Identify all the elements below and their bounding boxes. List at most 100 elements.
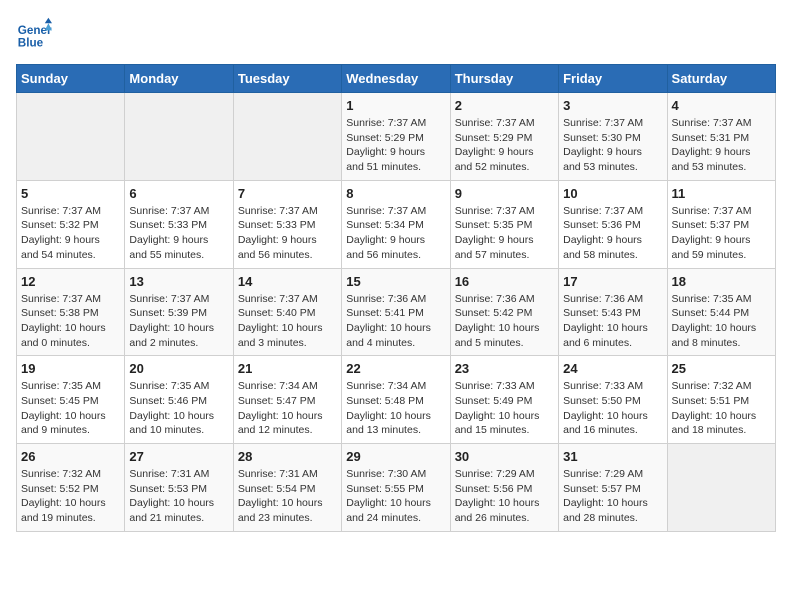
day-number: 19 <box>21 361 120 376</box>
day-info: Sunrise: 7:37 AM Sunset: 5:37 PM Dayligh… <box>672 204 771 263</box>
day-cell: 19 Sunrise: 7:35 AM Sunset: 5:45 PM Dayli… <box>17 356 125 444</box>
day-cell: 11 Sunrise: 7:37 AM Sunset: 5:37 PM Dayli… <box>667 180 775 268</box>
day-info: Sunrise: 7:33 AM Sunset: 5:50 PM Dayligh… <box>563 379 662 438</box>
day-cell: 27 Sunrise: 7:31 AM Sunset: 5:53 PM Dayli… <box>125 444 233 532</box>
day-info: Sunrise: 7:37 AM Sunset: 5:35 PM Dayligh… <box>455 204 554 263</box>
day-cell: 1Sunrise: 7:37 AM Sunset: 5:29 PM Daylig… <box>342 93 450 181</box>
day-cell: 5 Sunrise: 7:37 AM Sunset: 5:32 PM Daylig… <box>17 180 125 268</box>
day-number: 27 <box>129 449 228 464</box>
svg-text:General: General <box>18 24 52 37</box>
day-number: 6 <box>129 186 228 201</box>
day-number: 20 <box>129 361 228 376</box>
day-info: Sunrise: 7:37 AM Sunset: 5:30 PM Dayligh… <box>563 116 662 175</box>
day-info: Sunrise: 7:34 AM Sunset: 5:47 PM Dayligh… <box>238 379 337 438</box>
day-info: Sunrise: 7:29 AM Sunset: 5:57 PM Dayligh… <box>563 467 662 526</box>
day-info: Sunrise: 7:33 AM Sunset: 5:49 PM Dayligh… <box>455 379 554 438</box>
day-number: 17 <box>563 274 662 289</box>
day-cell <box>125 93 233 181</box>
logo: General Blue <box>16 16 52 52</box>
day-info: Sunrise: 7:30 AM Sunset: 5:55 PM Dayligh… <box>346 467 445 526</box>
day-cell: 21 Sunrise: 7:34 AM Sunset: 5:47 PM Dayli… <box>233 356 341 444</box>
logo-icon: General Blue <box>16 16 52 52</box>
day-info: Sunrise: 7:37 AM Sunset: 5:31 PM Dayligh… <box>672 116 771 175</box>
day-number: 4 <box>672 98 771 113</box>
day-info: Sunrise: 7:37 AM Sunset: 5:33 PM Dayligh… <box>238 204 337 263</box>
day-header-tuesday: Tuesday <box>233 65 341 93</box>
day-cell: 24 Sunrise: 7:33 AM Sunset: 5:50 PM Dayli… <box>559 356 667 444</box>
day-cell <box>233 93 341 181</box>
day-info: Sunrise: 7:31 AM Sunset: 5:53 PM Dayligh… <box>129 467 228 526</box>
day-info: Sunrise: 7:37 AM Sunset: 5:39 PM Dayligh… <box>129 292 228 351</box>
day-header-thursday: Thursday <box>450 65 558 93</box>
day-number: 2 <box>455 98 554 113</box>
day-number: 29 <box>346 449 445 464</box>
day-info: Sunrise: 7:37 AM Sunset: 5:36 PM Dayligh… <box>563 204 662 263</box>
day-cell: 23 Sunrise: 7:33 AM Sunset: 5:49 PM Dayli… <box>450 356 558 444</box>
week-row-2: 5 Sunrise: 7:37 AM Sunset: 5:32 PM Daylig… <box>17 180 776 268</box>
day-number: 25 <box>672 361 771 376</box>
week-row-5: 26 Sunrise: 7:32 AM Sunset: 5:52 PM Dayli… <box>17 444 776 532</box>
day-cell: 28Sunrise: 7:31 AM Sunset: 5:54 PM Dayli… <box>233 444 341 532</box>
day-cell: 20 Sunrise: 7:35 AM Sunset: 5:46 PM Dayli… <box>125 356 233 444</box>
day-number: 18 <box>672 274 771 289</box>
day-cell: 3 Sunrise: 7:37 AM Sunset: 5:30 PM Daylig… <box>559 93 667 181</box>
calendar-table: SundayMondayTuesdayWednesdayThursdayFrid… <box>16 64 776 532</box>
day-info: Sunrise: 7:32 AM Sunset: 5:52 PM Dayligh… <box>21 467 120 526</box>
day-info: Sunrise: 7:35 AM Sunset: 5:46 PM Dayligh… <box>129 379 228 438</box>
day-number: 9 <box>455 186 554 201</box>
day-number: 5 <box>21 186 120 201</box>
day-number: 3 <box>563 98 662 113</box>
day-cell: 7 Sunrise: 7:37 AM Sunset: 5:33 PM Daylig… <box>233 180 341 268</box>
day-info: Sunrise: 7:37 AM Sunset: 5:33 PM Dayligh… <box>129 204 228 263</box>
day-info: Sunrise: 7:37 AM Sunset: 5:32 PM Dayligh… <box>21 204 120 263</box>
day-cell: 15 Sunrise: 7:36 AM Sunset: 5:41 PM Dayli… <box>342 268 450 356</box>
day-info: Sunrise: 7:37 AM Sunset: 5:40 PM Dayligh… <box>238 292 337 351</box>
day-number: 16 <box>455 274 554 289</box>
day-number: 13 <box>129 274 228 289</box>
day-info: Sunrise: 7:36 AM Sunset: 5:42 PM Dayligh… <box>455 292 554 351</box>
day-number: 31 <box>563 449 662 464</box>
day-info: Sunrise: 7:37 AM Sunset: 5:34 PM Dayligh… <box>346 204 445 263</box>
day-number: 10 <box>563 186 662 201</box>
day-number: 23 <box>455 361 554 376</box>
day-number: 21 <box>238 361 337 376</box>
day-info: Sunrise: 7:37 AM Sunset: 5:29 PM Dayligh… <box>346 116 445 175</box>
svg-text:Blue: Blue <box>18 37 44 50</box>
day-number: 24 <box>563 361 662 376</box>
day-info: Sunrise: 7:32 AM Sunset: 5:51 PM Dayligh… <box>672 379 771 438</box>
day-number: 7 <box>238 186 337 201</box>
day-number: 26 <box>21 449 120 464</box>
day-info: Sunrise: 7:36 AM Sunset: 5:41 PM Dayligh… <box>346 292 445 351</box>
day-cell: 10 Sunrise: 7:37 AM Sunset: 5:36 PM Dayli… <box>559 180 667 268</box>
day-info: Sunrise: 7:36 AM Sunset: 5:43 PM Dayligh… <box>563 292 662 351</box>
day-header-friday: Friday <box>559 65 667 93</box>
day-cell: 8 Sunrise: 7:37 AM Sunset: 5:34 PM Daylig… <box>342 180 450 268</box>
day-info: Sunrise: 7:35 AM Sunset: 5:44 PM Dayligh… <box>672 292 771 351</box>
day-cell: 26 Sunrise: 7:32 AM Sunset: 5:52 PM Dayli… <box>17 444 125 532</box>
day-cell: 30Sunrise: 7:29 AM Sunset: 5:56 PM Dayli… <box>450 444 558 532</box>
day-header-monday: Monday <box>125 65 233 93</box>
day-cell: 17 Sunrise: 7:36 AM Sunset: 5:43 PM Dayli… <box>559 268 667 356</box>
week-row-4: 19 Sunrise: 7:35 AM Sunset: 5:45 PM Dayli… <box>17 356 776 444</box>
day-cell: 25 Sunrise: 7:32 AM Sunset: 5:51 PM Dayli… <box>667 356 775 444</box>
day-info: Sunrise: 7:35 AM Sunset: 5:45 PM Dayligh… <box>21 379 120 438</box>
day-number: 15 <box>346 274 445 289</box>
week-row-1: 1Sunrise: 7:37 AM Sunset: 5:29 PM Daylig… <box>17 93 776 181</box>
days-header-row: SundayMondayTuesdayWednesdayThursdayFrid… <box>17 65 776 93</box>
day-header-saturday: Saturday <box>667 65 775 93</box>
day-number: 14 <box>238 274 337 289</box>
day-cell: 9 Sunrise: 7:37 AM Sunset: 5:35 PM Daylig… <box>450 180 558 268</box>
day-info: Sunrise: 7:34 AM Sunset: 5:48 PM Dayligh… <box>346 379 445 438</box>
day-info: Sunrise: 7:37 AM Sunset: 5:38 PM Dayligh… <box>21 292 120 351</box>
day-cell: 4 Sunrise: 7:37 AM Sunset: 5:31 PM Daylig… <box>667 93 775 181</box>
day-header-wednesday: Wednesday <box>342 65 450 93</box>
day-number: 28 <box>238 449 337 464</box>
day-cell <box>17 93 125 181</box>
day-cell: 13 Sunrise: 7:37 AM Sunset: 5:39 PM Dayli… <box>125 268 233 356</box>
day-number: 11 <box>672 186 771 201</box>
day-number: 8 <box>346 186 445 201</box>
day-info: Sunrise: 7:37 AM Sunset: 5:29 PM Dayligh… <box>455 116 554 175</box>
day-cell: 14 Sunrise: 7:37 AM Sunset: 5:40 PM Dayli… <box>233 268 341 356</box>
day-cell: 16 Sunrise: 7:36 AM Sunset: 5:42 PM Dayli… <box>450 268 558 356</box>
day-number: 12 <box>21 274 120 289</box>
